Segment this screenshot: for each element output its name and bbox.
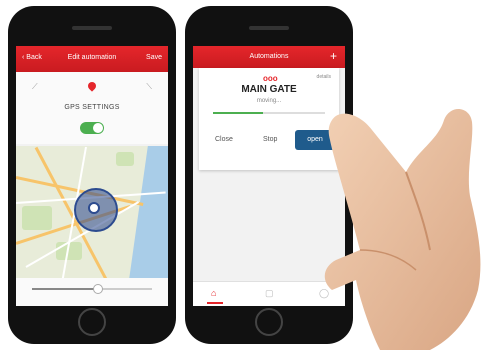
radius-slider-area [16,278,168,306]
geofence-center-marker [88,202,100,214]
hand-shape [324,108,481,350]
gps-toggle[interactable] [80,122,104,134]
gate-card: ooo details MAIN GATE moving... Close St… [199,68,339,170]
radius-slider[interactable] [32,284,152,294]
close-button[interactable]: Close [215,136,233,143]
save-button[interactable]: Save [146,54,162,61]
gps-settings-label: GPS SETTINGS [64,104,120,111]
home-icon[interactable]: ⌂ [211,288,216,298]
details-link[interactable]: details [317,74,331,80]
edit-automation-screen: ‹ Back Edit automation Save ⟋ ⟍ GPS SETT… [16,46,168,306]
speaker-grille [249,26,289,30]
gate-status: moving... [256,98,282,104]
cube-icon[interactable]: ▢ [265,288,274,299]
map-park [22,206,52,230]
automations-header: Automations + [193,46,345,68]
gate-progress-bar [213,112,325,114]
gate-icon: ooo [263,74,278,83]
radius-slider-fill [32,288,98,290]
speaker-grille [72,26,112,30]
edit-automation-header: ‹ Back Edit automation Save [16,46,168,72]
gps-settings-card: ⟋ ⟍ GPS SETTINGS [16,72,168,144]
chevron-right-icon[interactable]: ⟍ [146,82,152,92]
hand-illustration [324,108,481,350]
geofence-map[interactable] [16,146,168,278]
stop-button[interactable]: Stop [263,136,277,143]
phone-left: ‹ Back Edit automation Save ⟋ ⟍ GPS SETT… [8,6,176,344]
gate-name: MAIN GATE [241,84,297,95]
home-button[interactable] [78,308,106,336]
geofence-circle[interactable] [74,188,118,232]
map-park [116,152,134,166]
gate-progress-fill [213,112,264,114]
add-icon[interactable]: + [330,49,337,63]
home-button[interactable] [255,308,283,336]
radius-slider-knob[interactable] [93,284,103,294]
active-tab-indicator [207,302,223,304]
toggle-knob [93,123,103,133]
location-pin-icon [86,80,98,92]
map-water [128,146,168,278]
chevron-left-icon[interactable]: ⟋ [32,82,38,92]
automations-title: Automations [249,53,289,60]
